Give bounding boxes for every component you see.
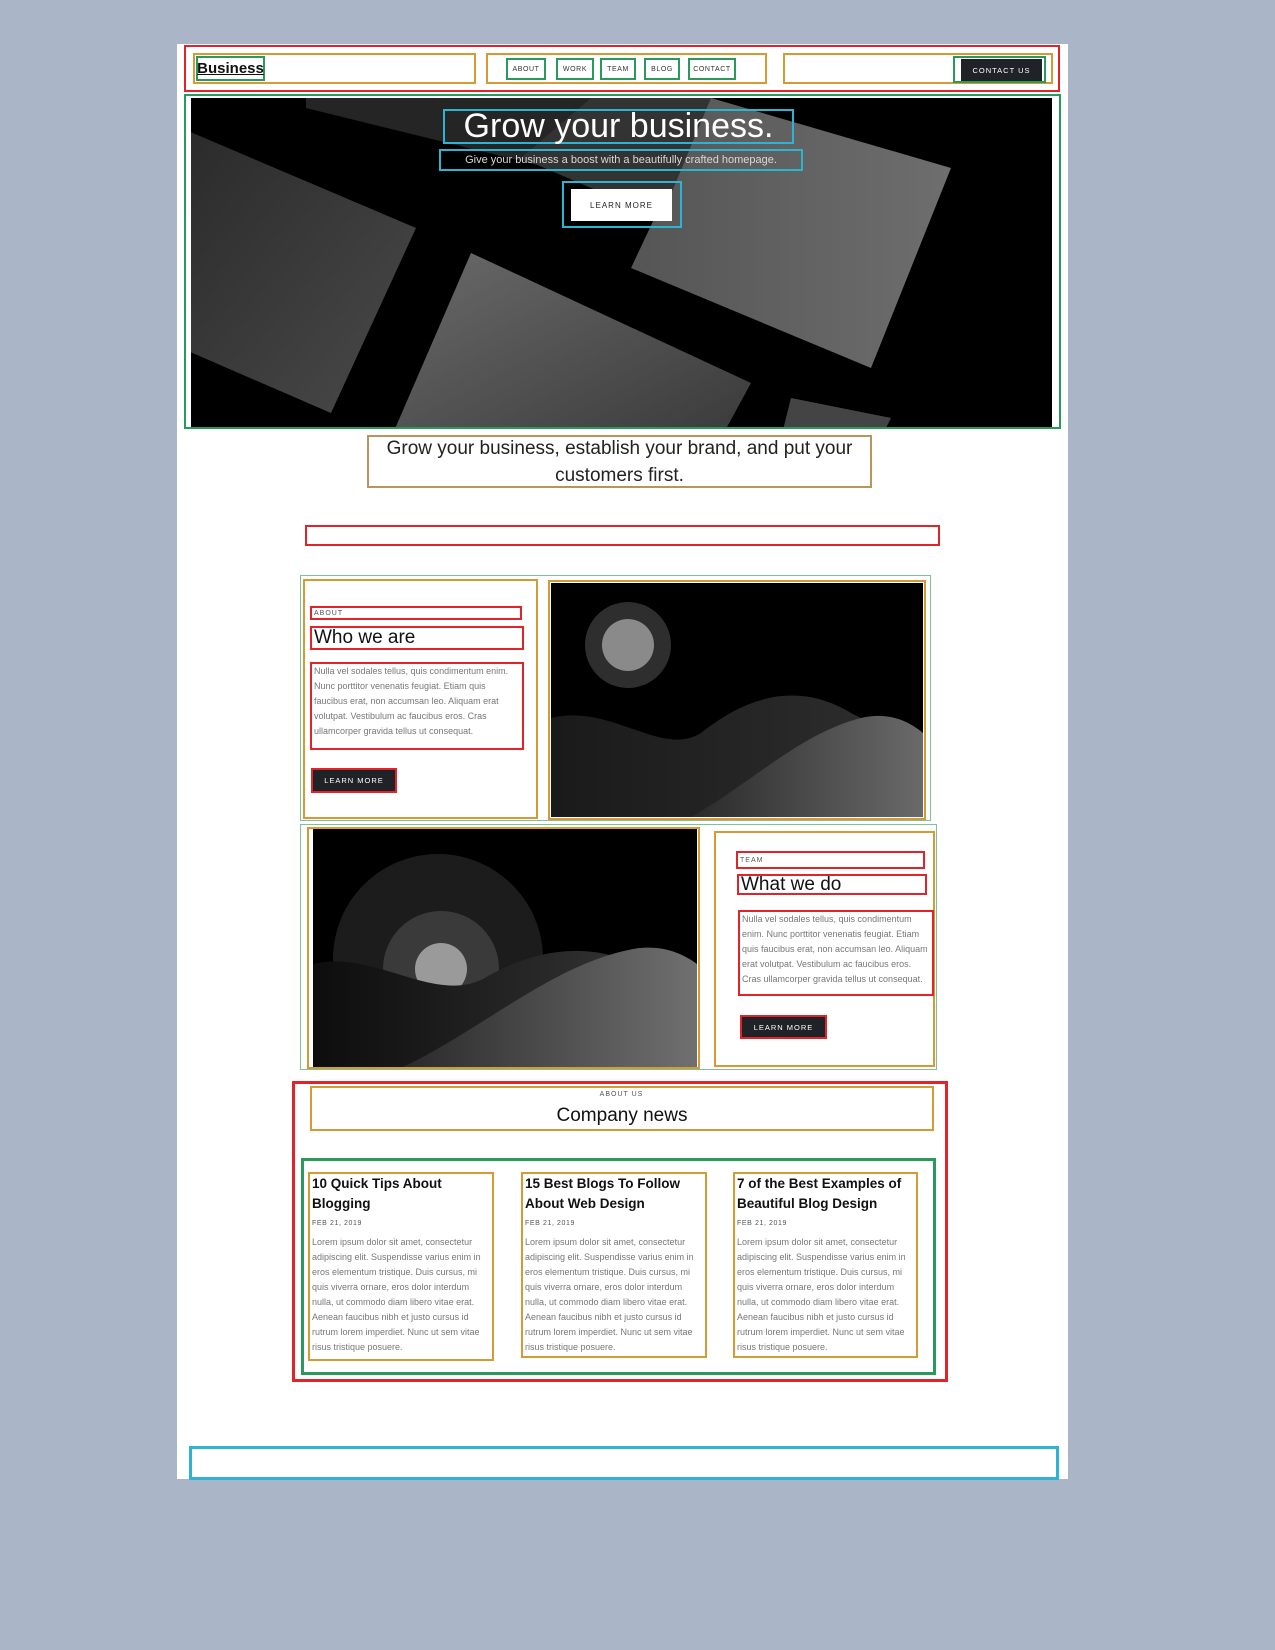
nav-link-about[interactable]: ABOUT xyxy=(506,58,546,80)
news-post-card[interactable]: 15 Best Blogs To Follow About Web Design… xyxy=(521,1172,707,1358)
tagline: Grow your business, establish your brand… xyxy=(367,435,872,488)
hero-subtitle: Give your business a boost with a beauti… xyxy=(439,149,803,171)
team-image xyxy=(313,829,697,1067)
footer xyxy=(189,1446,1059,1480)
logo[interactable]: Business xyxy=(196,56,265,81)
post-title[interactable]: 7 of the Best Examples of Beautiful Blog… xyxy=(737,1174,914,1214)
hero-learn-more-button[interactable]: LEARN MORE xyxy=(571,189,672,221)
contact-us-button[interactable]: CONTACT US xyxy=(961,59,1042,81)
hero-title: Grow your business. xyxy=(443,107,794,145)
about-heading: Who we are xyxy=(310,626,524,650)
landscape-placeholder-icon xyxy=(551,602,923,817)
team-heading: What we do xyxy=(737,874,927,895)
nav-link-blog[interactable]: BLOG xyxy=(644,58,680,80)
about-image xyxy=(551,583,923,817)
nav-link-work[interactable]: WORK xyxy=(556,58,594,80)
empty-placeholder xyxy=(305,525,940,546)
hero-geometric-shapes xyxy=(191,98,951,427)
post-date: FEB 21, 2019 xyxy=(312,1220,363,1227)
post-excerpt: Lorem ipsum dolor sit amet, consectetur … xyxy=(525,1237,694,1352)
post-title[interactable]: 15 Best Blogs To Follow About Web Design xyxy=(525,1174,703,1214)
nav-link-contact[interactable]: CONTACT xyxy=(688,58,736,80)
nav-link-team[interactable]: TEAM xyxy=(600,58,636,80)
post-excerpt: Lorem ipsum dolor sit amet, consectetur … xyxy=(312,1237,481,1352)
post-date: FEB 21, 2019 xyxy=(737,1220,788,1227)
landscape-placeholder-icon xyxy=(313,854,697,1067)
post-date: FEB 21, 2019 xyxy=(525,1220,576,1227)
team-learn-more-button[interactable]: LEARN MORE xyxy=(740,1015,827,1039)
post-title[interactable]: 10 Quick Tips About Blogging xyxy=(312,1174,490,1214)
news-post-card[interactable]: 10 Quick Tips About Blogging FEB 21, 201… xyxy=(308,1172,494,1361)
hero-background-image xyxy=(191,98,1052,427)
news-post-card[interactable]: 7 of the Best Examples of Beautiful Blog… xyxy=(733,1172,918,1358)
team-eyebrow: TEAM xyxy=(736,851,925,869)
post-excerpt: Lorem ipsum dolor sit amet, consectetur … xyxy=(737,1237,906,1352)
news-title: Company news xyxy=(310,1086,934,1131)
about-paragraph: Nulla vel sodales tellus, quis condiment… xyxy=(310,662,524,750)
about-learn-more-button[interactable]: LEARN MORE xyxy=(311,768,397,793)
about-eyebrow: ABOUT xyxy=(310,606,522,620)
team-paragraph: Nulla vel sodales tellus, quis condiment… xyxy=(738,910,934,996)
